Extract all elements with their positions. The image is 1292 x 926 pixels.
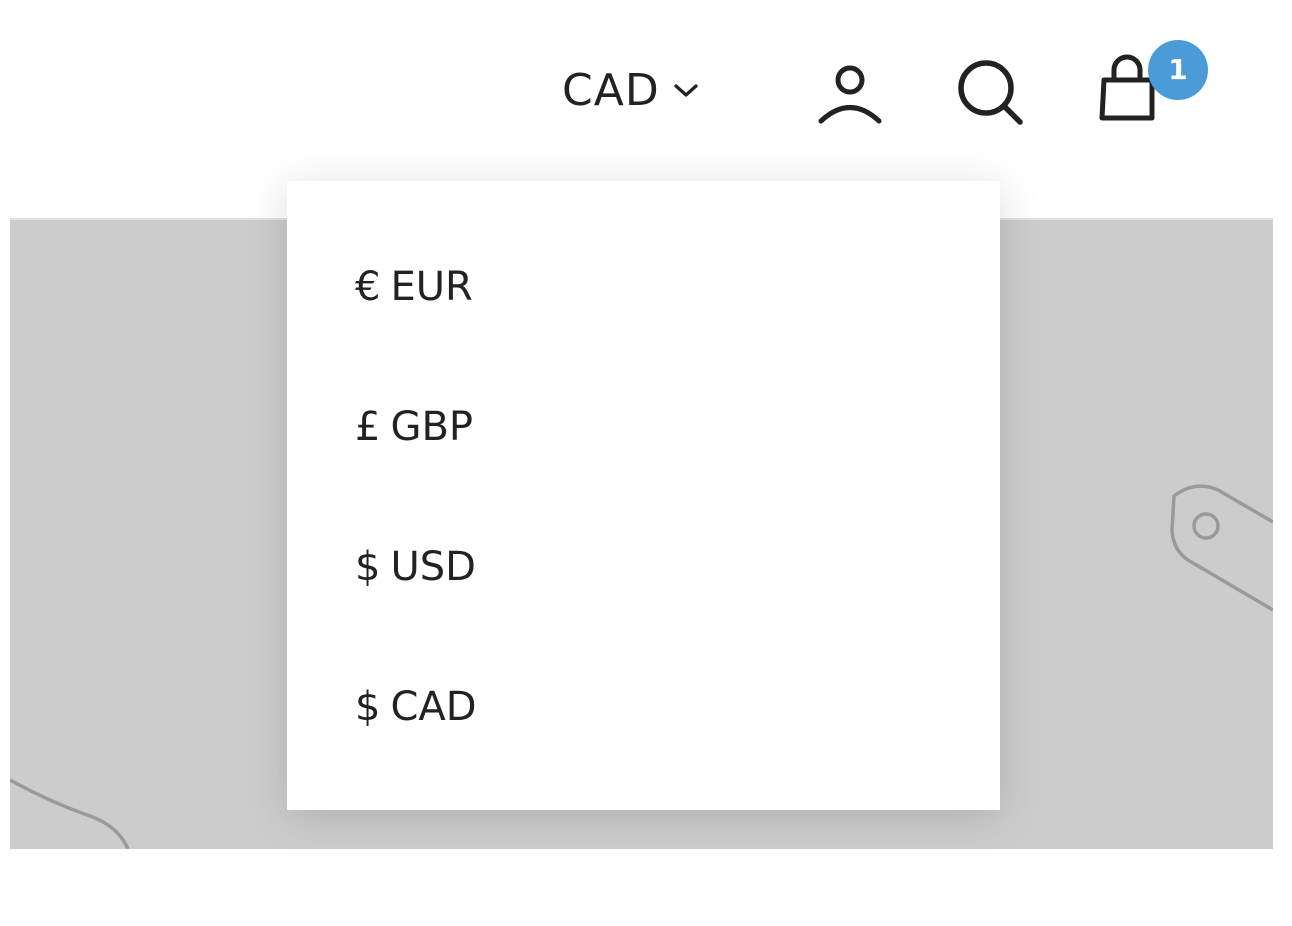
currency-option-eur[interactable]: € EUR: [287, 217, 1000, 357]
chevron-down-icon: [672, 80, 700, 100]
currency-symbol: $: [355, 544, 381, 590]
currency-symbol: £: [355, 404, 381, 450]
currency-symbol: $: [355, 684, 381, 730]
search-icon: [958, 60, 1023, 125]
account-button[interactable]: [815, 58, 885, 128]
currency-option-usd[interactable]: $ USD: [287, 497, 1000, 637]
currency-selector[interactable]: CAD: [562, 62, 700, 118]
page: CAD 1 € EUR £ GBP $ USD $ CAD: [0, 0, 1292, 926]
currency-code: USD: [390, 544, 476, 590]
currency-code: EUR: [390, 264, 473, 310]
cart-count-badge: 1: [1148, 40, 1208, 100]
currency-dropdown-menu: € EUR £ GBP $ USD $ CAD: [287, 181, 1000, 810]
currency-option-gbp[interactable]: £ GBP: [287, 357, 1000, 497]
currency-code: CAD: [390, 684, 477, 730]
currency-selected-label: CAD: [562, 64, 660, 116]
account-icon: [818, 65, 882, 124]
currency-symbol: €: [355, 264, 381, 310]
currency-option-cad[interactable]: $ CAD: [287, 637, 1000, 777]
site-header: CAD 1: [0, 0, 1292, 180]
search-button[interactable]: [954, 56, 1026, 128]
currency-code: GBP: [390, 404, 474, 450]
